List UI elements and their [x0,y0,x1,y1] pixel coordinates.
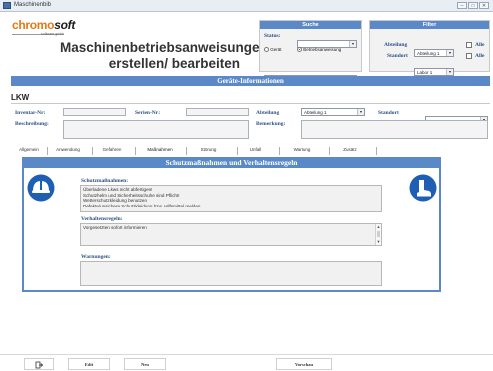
standort-label: Standort [378,110,399,116]
abteilung-select-value: Abteilung 1 [304,110,327,115]
tab-separator [329,147,330,155]
verhaltensregeln-scrollbar[interactable]: ▲ ▼ [375,224,381,245]
filter-abteilung-alle-checkbox[interactable] [466,42,472,48]
window-controls: – □ ✕ [457,2,489,9]
tab-gefahren[interactable]: Gefahren [97,147,127,152]
logo-part-soft: soft [54,18,76,32]
status-label: Status: [264,33,281,39]
verhalten-line: Vorgesetzten sofort informieren [83,225,147,230]
window-titlebar: Maschinenbib – □ ✕ [0,0,493,12]
beschreibung-field[interactable] [63,120,249,139]
device-name: LKW [11,93,30,102]
window-title: Maschinenbib [14,2,52,8]
tab-separator [47,147,48,155]
tab-unfall[interactable]: Unfall [243,147,268,152]
verhaltensregeln-textarea[interactable]: Vorgesetzten sofort informieren [80,223,382,246]
filter-panel: Filter Abteilung Abteilung 1 ▾ Alle Stan… [369,20,490,76]
warnungen-textarea[interactable] [80,261,382,286]
filter-abteilung-select[interactable]: Abteilung 1 ▾ [414,49,454,57]
inventar-field[interactable] [63,108,126,116]
scroll-up-icon[interactable]: ▲ [376,224,381,229]
schutzmassnahmen-textarea[interactable]: Überladene Lkws nicht abfertigen! Schutz… [80,185,382,212]
filter-abteilung-value: Abteilung 1 [417,51,440,56]
tab-massnahmen[interactable]: Maßnahmen [139,147,181,152]
app-icon [3,2,11,9]
filter-standort-alle-checkbox[interactable] [466,53,472,59]
schutz-line: Defekte/unsichere Schutzkleidung bzw. Hi… [83,203,201,207]
edit-button[interactable]: Edit [68,358,110,370]
serien-label: Serien-Nr: [135,110,161,116]
abteilung-label: Abteilung [256,110,280,116]
filter-standort-label: Standort [387,53,408,59]
page-title-line1: Maschinenbetriebsanweisungen [60,40,268,55]
tab-separator [376,147,377,155]
filter-panel-header: Filter [370,21,489,29]
device-info-header: Geräte-Informationen [11,76,490,86]
chevron-down-icon: ▾ [349,41,356,47]
footer-divider [0,354,493,355]
radio-betriebsanweisung-label: Betriebsanweisung [303,47,342,52]
device-name-divider [11,103,490,104]
radio-geraet[interactable]: Gerät [264,47,282,53]
chevron-down-icon: ▾ [446,69,453,75]
schutzmassnahmen-label: Schutzmaßnahmen: [81,178,129,184]
radio-geraet-label: Gerät [270,47,282,52]
warnungen-label: Warnungen: [81,254,111,260]
abteilung-select[interactable]: Abteilung 1 ▾ [301,108,365,116]
chevron-down-icon: ▾ [357,109,364,115]
scroll-thumb[interactable] [377,231,380,237]
preview-button[interactable]: Vorschau [276,358,332,370]
tab-separator [279,147,280,155]
tab-allgemein[interactable]: Allgemein [14,147,44,152]
serien-field[interactable] [186,108,249,116]
tab-separator [237,147,238,155]
filter-abteilung-alle-label: Alle [475,42,485,48]
close-button[interactable]: ✕ [479,2,489,9]
radio-betriebsanweisung[interactable]: Betriebsanweisung [297,47,342,53]
tab-separator [92,147,93,155]
tab-bar: Allgemein Anwendung Gefahren Maßnahmen S… [11,147,490,156]
tab-separator [186,147,187,155]
filter-standort-value: Labor 1 [417,70,433,75]
bemerkung-field[interactable] [301,120,488,139]
logo-tagline: software gmbh [41,32,64,36]
chevron-down-icon: ▾ [446,50,453,56]
maximize-button[interactable]: □ [468,2,478,9]
logo-part-chromo: chromo [12,18,55,32]
page-title: Maschinenbetriebsanweisungen erstellen/ … [60,40,268,72]
filter-standort-alle-label: Alle [475,53,485,59]
filter-abteilung-label: Abteilung [384,42,408,48]
company-logo: chromosoft software gmbh [12,18,76,36]
bemerkung-label: Bemerkung: [256,121,286,127]
radio-betriebsanweisung-circle[interactable] [297,47,302,53]
search-panel: Suche Status: ▾ Gerät Betriebsanweisung … [259,20,362,83]
tab-stoerung[interactable]: Störung [191,147,226,152]
inventar-label: Inventar-Nr: [15,110,46,116]
tab-wartung[interactable]: Wartung [286,147,318,152]
measures-panel-body: Schutzmaßnahmen: Überladene Lkws nicht a… [24,168,439,290]
verhaltensregeln-label: Verhaltensregeln: [81,216,123,222]
tab-separator [135,147,136,155]
measures-panel-title: Schutzmaßnahmen und Verhaltensregeln [22,158,441,167]
helmet-icon [27,174,55,202]
tab-zusaetz[interactable]: Zusätz [336,147,364,152]
radio-geraet-circle[interactable] [264,47,269,53]
measures-panel: Schutzmaßnahmen und Verhaltensregeln Sch… [22,157,441,292]
page-title-line2: erstellen/ bearbeiten [108,56,240,71]
minimize-button[interactable]: – [457,2,467,9]
exit-button[interactable] [24,358,54,370]
exit-icon [35,361,44,369]
beschreibung-label: Beschreibung: [15,121,49,127]
tab-anwendung[interactable]: Anwendung [49,147,87,152]
new-button[interactable]: Neu [124,358,166,370]
scroll-down-icon[interactable]: ▼ [376,239,381,244]
search-panel-header: Suche [260,21,361,29]
filter-standort-select[interactable]: Labor 1 ▾ [414,68,454,76]
safety-boot-icon [409,174,437,202]
